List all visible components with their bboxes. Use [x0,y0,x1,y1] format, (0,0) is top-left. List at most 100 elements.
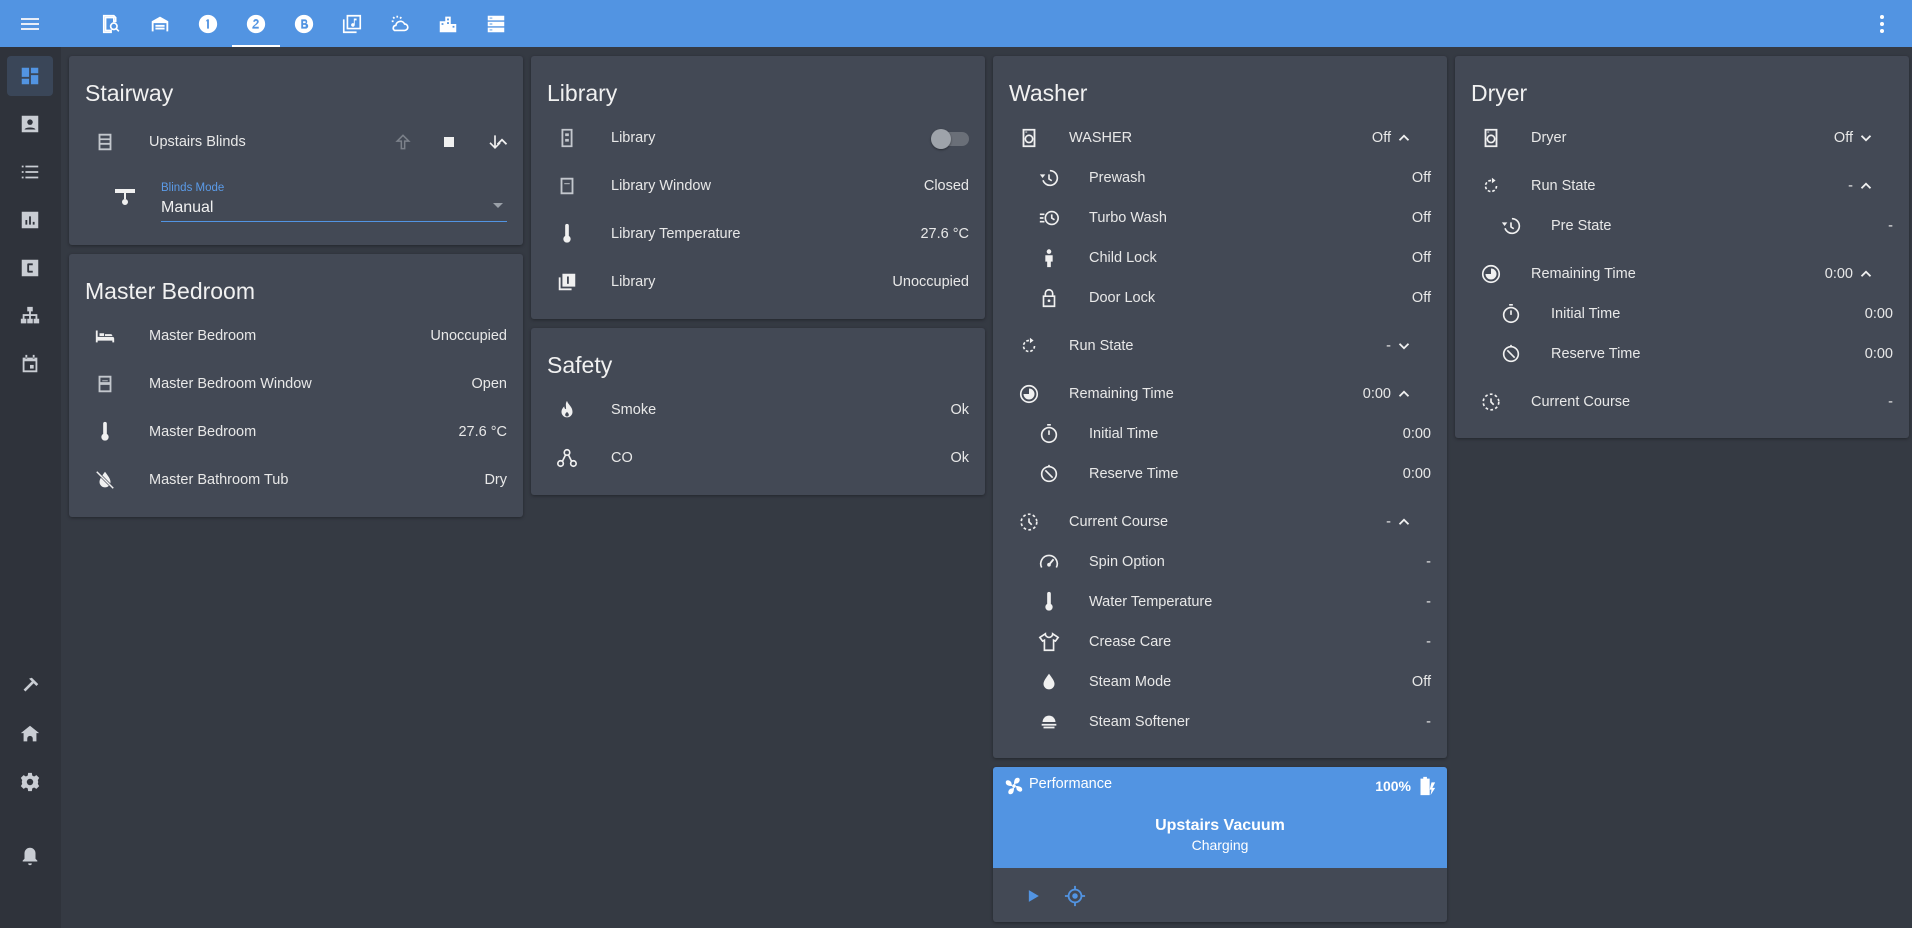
entity-row[interactable]: CO Ok [555,438,969,478]
library-toggle[interactable] [931,129,969,149]
tab-2[interactable] [232,0,280,47]
entity-row[interactable]: Master Bedroom Window Open [93,364,507,404]
chevron-up-icon[interactable] [493,133,511,151]
entity-row[interactable]: Dryer Off [1479,118,1893,158]
sidebar-item-settings[interactable] [7,762,53,802]
washer-card: Washer WASHER Off Prewash Off Turbo Wash Off C… [993,56,1447,758]
entity-row[interactable]: Library Temperature 27.6 °C [555,214,969,254]
timer-sand-icon [1499,342,1523,366]
entity-row[interactable]: Reserve Time 0:00 [1499,334,1893,374]
chevron-up-icon[interactable] [1395,129,1413,147]
upstairs-blinds-row[interactable]: Upstairs Blinds [93,122,508,162]
sidebar-item-c[interactable] [7,248,53,288]
entity-row[interactable]: Master Bedroom Unoccupied [93,316,507,356]
library-title: Library [547,80,618,106]
chevron-up-icon[interactable] [1395,385,1413,403]
entity-value-text: - [1386,338,1391,354]
entity-label: Dryer [1531,130,1567,146]
tab-map-search[interactable] [88,0,136,47]
entity-row[interactable]: Master Bedroom 27.6 °C [93,412,507,452]
blinds-stop-button[interactable] [437,130,461,154]
sidebar-item-supervisor[interactable] [7,714,53,754]
entity-row[interactable]: Initial Time 0:00 [1499,294,1893,334]
sidebar: J [0,47,61,928]
entity-value-text: Off [1411,674,1431,690]
human-child-icon [1037,246,1061,270]
entity-row[interactable]: Library [555,118,969,158]
entity-row[interactable]: Pre State - [1499,206,1893,246]
ceiling-fan-icon [113,186,137,210]
entity-value-text: 0:00 [1362,386,1391,402]
vacuum-locate-button[interactable] [1063,884,1087,908]
tab-garage[interactable] [136,0,184,47]
entity-row[interactable]: Steam Mode Off [1037,662,1431,702]
entity-row[interactable]: Spin Option - [1037,542,1431,582]
battery-charging-icon [1420,776,1436,796]
blinds-mode-select[interactable]: Blinds Mode Manual [161,179,507,222]
menu-icon[interactable] [18,12,42,36]
chevron-up-icon[interactable] [1857,177,1875,195]
map-search-icon [102,14,120,33]
chevron-down-icon[interactable] [1395,337,1413,355]
entity-row[interactable]: Run State - [1017,326,1431,366]
entity-row[interactable]: Steam Softener - [1037,702,1431,742]
entity-label: Library [611,130,656,146]
entity-row[interactable]: Library Unoccupied [555,262,969,302]
dropdown-arrow-icon [493,203,503,208]
sidebar-item-calendar[interactable] [7,344,53,384]
entity-value-text: 0:00 [1402,426,1431,442]
tab-b[interactable] [280,0,328,47]
home-cog-icon [20,725,40,742]
tab-weather[interactable] [376,0,424,47]
entity-value-text: - [1386,514,1391,530]
sidebar-item-map[interactable] [7,296,53,336]
crosshairs-gps-icon [1064,885,1086,907]
sidebar-item-developer-tools[interactable] [7,666,53,706]
vacuum-header[interactable]: Performance 100% Upstairs Vacuum Chargin… [993,767,1447,868]
entity-row[interactable]: Smoke Ok [555,390,969,430]
entity-value: - [1426,554,1431,570]
entity-row[interactable]: Child Lock Off [1037,238,1431,278]
entity-row[interactable]: WASHER Off [1017,118,1431,158]
entity-row[interactable]: Library Window Closed [555,166,969,206]
entity-row[interactable]: Reserve Time 0:00 [1037,454,1431,494]
vacuum-start-button[interactable] [1021,884,1045,908]
entity-row[interactable]: Crease Care - [1037,622,1431,662]
sidebar-item-notifications[interactable] [7,836,53,876]
more-vert-icon[interactable] [1870,12,1894,36]
vacuum-card: Performance 100% Upstairs Vacuum Chargin… [993,767,1447,922]
entity-row[interactable]: Remaining Time 0:00 [1017,374,1431,414]
entity-row[interactable]: Current Course - [1017,502,1431,542]
tab-server[interactable] [472,0,520,47]
tab-music[interactable] [328,0,376,47]
safety-card: Safety Smoke Ok CO Ok [531,328,985,495]
entity-row[interactable]: Remaining Time 0:00 [1479,254,1893,294]
chevron-up-icon[interactable] [1395,513,1413,531]
entity-row[interactable]: Current Course - [1479,382,1893,422]
vacuum-fan-mode: Performance [1029,776,1113,792]
tab-city[interactable] [424,0,472,47]
entity-label: WASHER [1069,130,1133,146]
entity-row[interactable]: Run State - [1479,166,1893,206]
entity-value-text: Off [1833,130,1853,146]
entity-row[interactable]: Turbo Wash Off [1037,198,1431,238]
play-icon [1028,890,1039,902]
entity-label: Pre State [1551,218,1612,234]
entity-label: Master Bedroom [149,328,257,344]
chart-box-icon [21,211,39,229]
entity-row[interactable]: Initial Time 0:00 [1037,414,1431,454]
timer-outline-icon [1499,302,1523,326]
blinds-open-button[interactable] [391,130,415,154]
entity-row[interactable]: Prewash Off [1037,158,1431,198]
tab-1[interactable] [184,0,232,47]
chevron-up-icon[interactable] [1857,265,1875,283]
entity-row[interactable]: Door Lock Off [1037,278,1431,318]
chevron-down-icon[interactable] [1857,129,1875,147]
sidebar-item-people[interactable] [7,104,53,144]
sidebar-item-logbook[interactable] [7,152,53,192]
entity-value: Off [1412,170,1431,186]
sidebar-item-history[interactable] [7,200,53,240]
entity-row[interactable]: Master Bathroom Tub Dry [93,460,507,500]
entity-row[interactable]: Water Temperature - [1037,582,1431,622]
sidebar-item-overview[interactable] [7,56,53,96]
